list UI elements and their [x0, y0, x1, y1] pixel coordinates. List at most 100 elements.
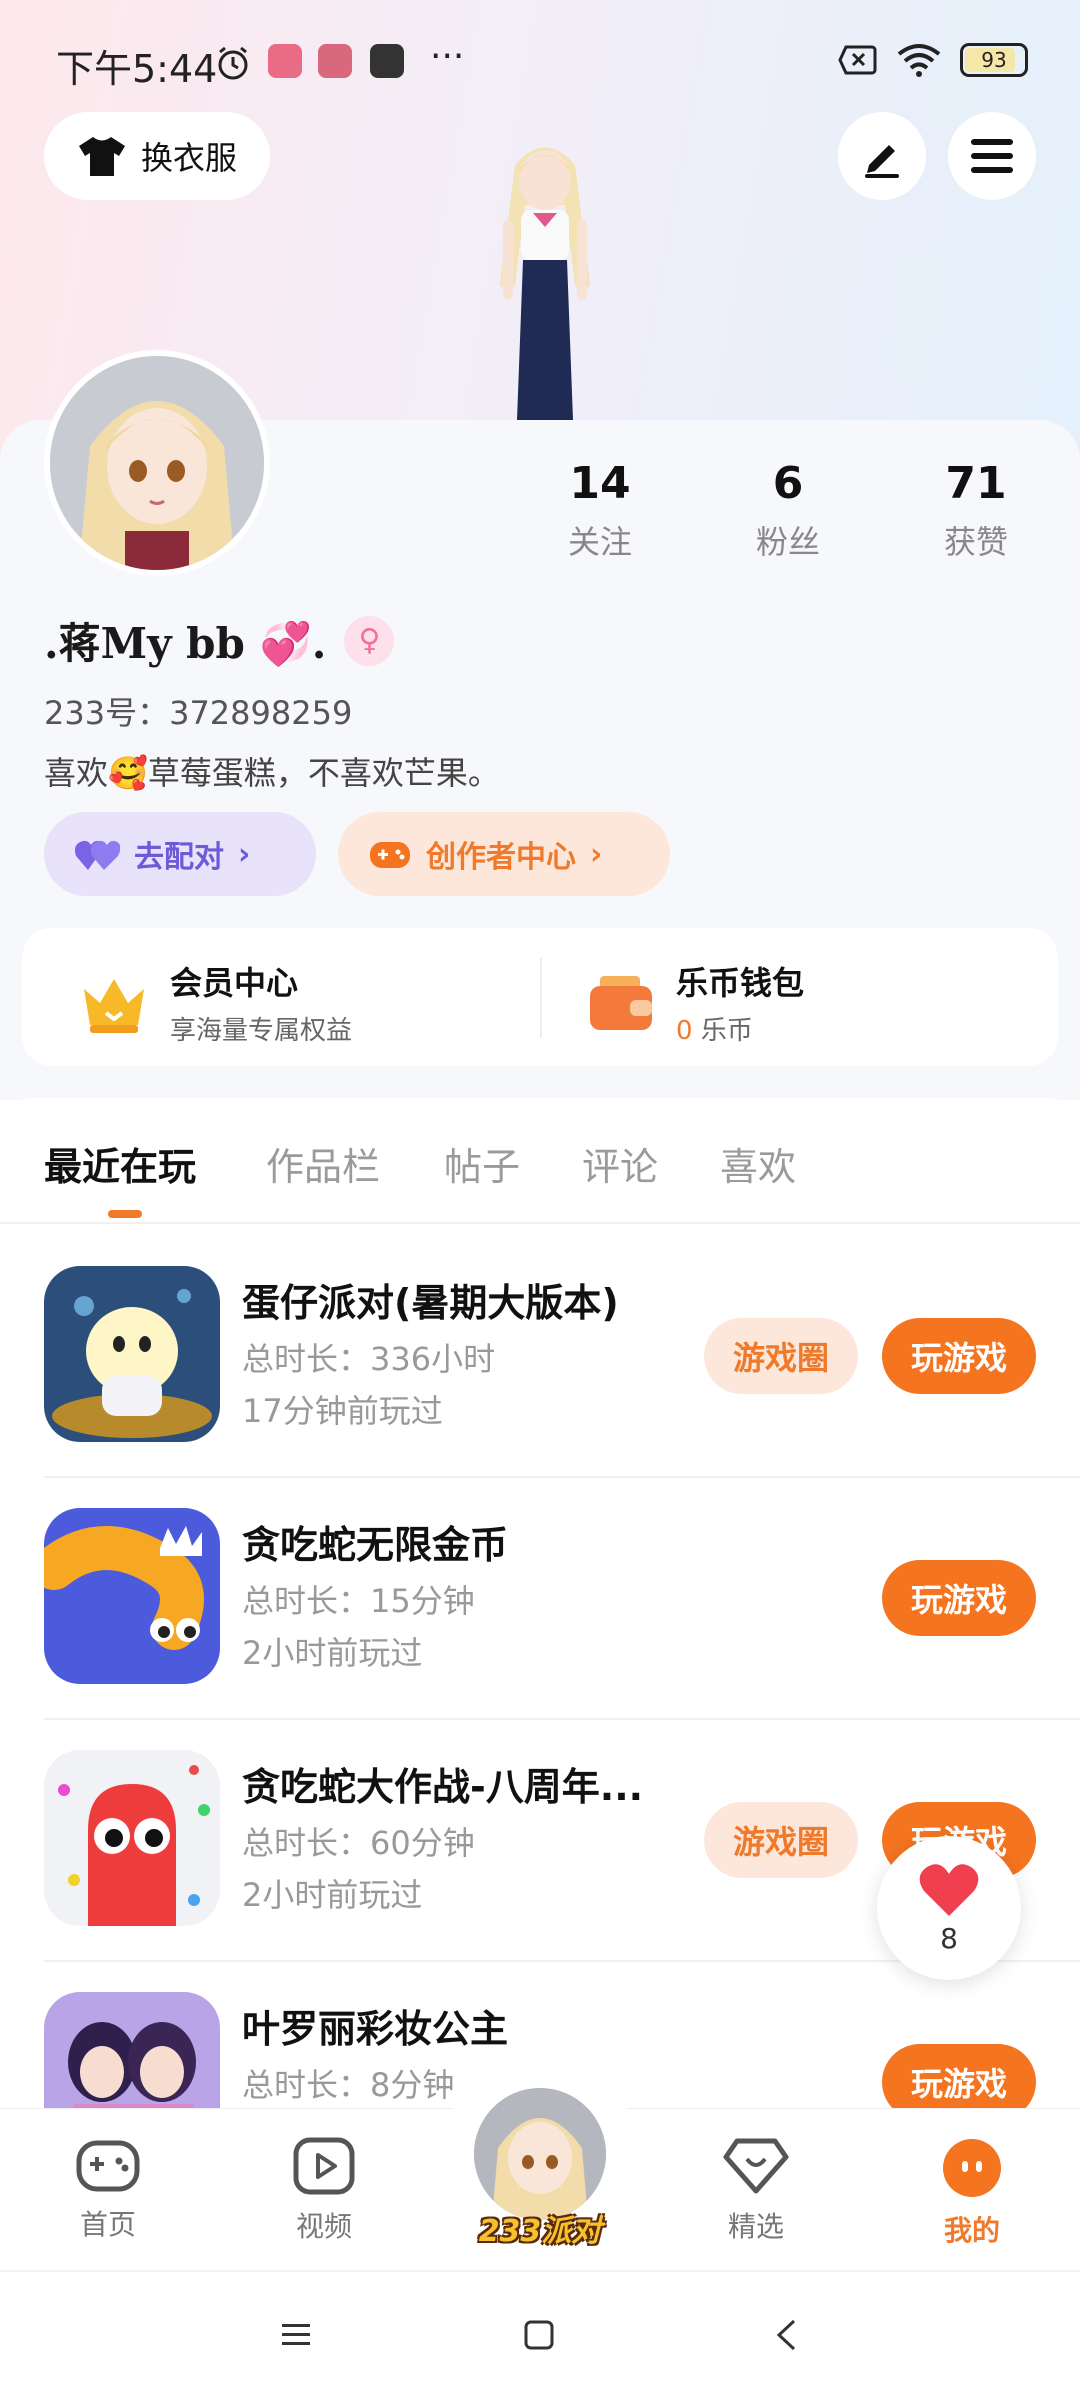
alarm-icon	[218, 46, 248, 80]
divider	[540, 958, 542, 1038]
nav-party-label: 233派对	[478, 2214, 602, 2249]
followers-count: 6	[772, 458, 804, 509]
back-icon[interactable]	[774, 2318, 798, 2352]
tab-indicator	[108, 1210, 142, 1218]
game-duration: 总时长：336小时	[242, 1340, 496, 1378]
more-notifications-icon: ···	[430, 36, 465, 77]
change-outfit-label: 换衣服	[140, 139, 237, 177]
bio: 喜欢🥰草莓蛋糕，不喜欢芒果。	[44, 754, 500, 792]
profile-face-icon	[943, 2139, 1001, 2197]
nav-video-label: 视频	[295, 2210, 352, 2243]
nickname: .蒋My bb 💞. ♀	[44, 610, 395, 671]
edit-profile-button[interactable]	[838, 112, 926, 200]
change-outfit-button[interactable]: 换衣服	[44, 112, 270, 200]
crown-icon	[84, 978, 144, 1033]
nickname-text: .蒋My bb 💞.	[44, 619, 327, 668]
match-label: 去配对	[134, 840, 224, 875]
pen-icon	[865, 145, 899, 178]
battery-indicator: 93	[960, 43, 1028, 77]
game-name: 贪吃蛇大作战-八周年...	[242, 1765, 644, 1809]
shield-icon	[370, 44, 404, 78]
following-label: 关注	[567, 523, 632, 561]
wallet-icon	[590, 975, 652, 1030]
nav-home-label: 首页	[79, 2208, 136, 2241]
following-count: 14	[569, 458, 631, 509]
play-game-button[interactable]: 玩游戏	[882, 1318, 1036, 1394]
avatar-portrait	[50, 356, 264, 570]
game-row[interactable]: 蛋仔派对(暑期大版本) 总时长：336小时 17分钟前玩过 游戏圈 玩游戏	[0, 1236, 1080, 1478]
tshirt-icon	[78, 137, 125, 176]
system-navigation-bar	[0, 2270, 1080, 2402]
nav-mine-label: 我的	[943, 2214, 1000, 2247]
stat-followers[interactable]: 6 粉丝	[728, 458, 848, 563]
tab-likes[interactable]: 喜欢	[720, 1136, 796, 1191]
tab-recently-played[interactable]: 最近在玩	[44, 1136, 196, 1191]
play-icon	[293, 2137, 355, 2195]
double-heart-icon	[74, 840, 120, 870]
game-icon-snake-unlimited	[44, 1508, 220, 1684]
sim-off-icon	[838, 45, 877, 75]
vip-center-subtitle: 享海量专属权益	[170, 1016, 353, 1046]
game-last-played: 17分钟前玩过	[242, 1392, 443, 1430]
recent-apps-icon[interactable]	[280, 2322, 312, 2348]
app-notification-icon	[268, 44, 302, 78]
game-icon-eggy-party	[44, 1266, 220, 1442]
game-duration: 总时长：15分钟	[242, 1582, 475, 1620]
home-icon[interactable]	[524, 2320, 554, 2350]
nav-mine[interactable]: 我的	[912, 2137, 1032, 2249]
stat-following[interactable]: 14 关注	[540, 458, 660, 563]
gamepad-icon	[76, 2140, 140, 2192]
wallet-amount: 0	[676, 1016, 693, 1046]
menu-button[interactable]	[948, 112, 1036, 200]
tab-comments[interactable]: 评论	[582, 1136, 658, 1191]
female-gender-icon: ♀	[344, 615, 395, 666]
game-icon-snake-battle	[44, 1750, 220, 1926]
chevron-right-icon: ›	[590, 836, 603, 872]
wallet-balance: 0 乐币	[676, 1010, 804, 1047]
heart-diamond-icon	[723, 2138, 789, 2194]
tab-works[interactable]: 作品栏	[266, 1136, 380, 1191]
stat-likes[interactable]: 71 获赞	[916, 458, 1036, 563]
party-avatar-icon	[474, 2088, 606, 2220]
creator-center-label: 创作者中心	[426, 840, 576, 875]
nav-home[interactable]: 首页	[48, 2137, 168, 2243]
gamepad-icon	[370, 842, 410, 868]
wifi-icon	[897, 44, 941, 77]
nav-featured[interactable]: 精选	[696, 2137, 816, 2245]
nav-video[interactable]: 视频	[264, 2137, 384, 2245]
game-row[interactable]: 贪吃蛇无限金币 总时长：15分钟 2小时前玩过 玩游戏	[0, 1478, 1080, 1720]
like-count: 8	[940, 1921, 958, 1955]
likes-count: 71	[945, 458, 1007, 509]
like-floating-button[interactable]: 8	[877, 1836, 1021, 1980]
status-time: 下午5:44	[56, 47, 218, 91]
creator-center-button[interactable]: 创作者中心 ›	[338, 812, 670, 896]
match-button[interactable]: 去配对 ›	[44, 812, 316, 896]
likes-label: 获赞	[943, 523, 1008, 561]
menu-icon	[971, 139, 1013, 173]
vip-center-entry[interactable]: 会员中心 享海量专属权益	[78, 958, 352, 1047]
play-game-button[interactable]: 玩游戏	[882, 1560, 1036, 1636]
game-name: 蛋仔派对(暑期大版本)	[242, 1281, 619, 1325]
avatar-character[interactable]	[455, 135, 635, 420]
game-circle-button[interactable]: 游戏圈	[704, 1802, 858, 1878]
nav-featured-label: 精选	[727, 2210, 784, 2243]
battery-level: 93	[981, 48, 1007, 72]
wallet-entry[interactable]: 乐币钱包 0 乐币	[586, 958, 804, 1047]
profile-avatar[interactable]	[44, 350, 270, 576]
game-last-played: 2小时前玩过	[242, 1634, 423, 1672]
user-id[interactable]: 233号：372898259	[44, 688, 352, 734]
heart-icon	[919, 1863, 979, 1916]
profile-tabs: 最近在玩 作品栏 帖子 评论 喜欢	[0, 1098, 1080, 1224]
membership-wallet-card: 会员中心 享海量专属权益 乐币钱包 0 乐币	[22, 928, 1058, 1066]
nav-party-button[interactable]	[474, 2088, 606, 2220]
chevron-right-icon: ›	[238, 836, 251, 872]
wallet-title: 乐币钱包	[676, 964, 805, 1002]
followers-label: 粉丝	[755, 523, 820, 561]
wallet-unit: 乐币	[700, 1016, 753, 1046]
game-last-played: 2小时前玩过	[242, 1876, 423, 1914]
game-name: 叶罗丽彩妆公主	[242, 2007, 509, 2051]
game-circle-button[interactable]: 游戏圈	[704, 1318, 858, 1394]
game-duration: 总时长：8分钟	[242, 2066, 455, 2104]
game-duration: 总时长：60分钟	[242, 1824, 475, 1862]
tab-posts[interactable]: 帖子	[444, 1136, 520, 1191]
